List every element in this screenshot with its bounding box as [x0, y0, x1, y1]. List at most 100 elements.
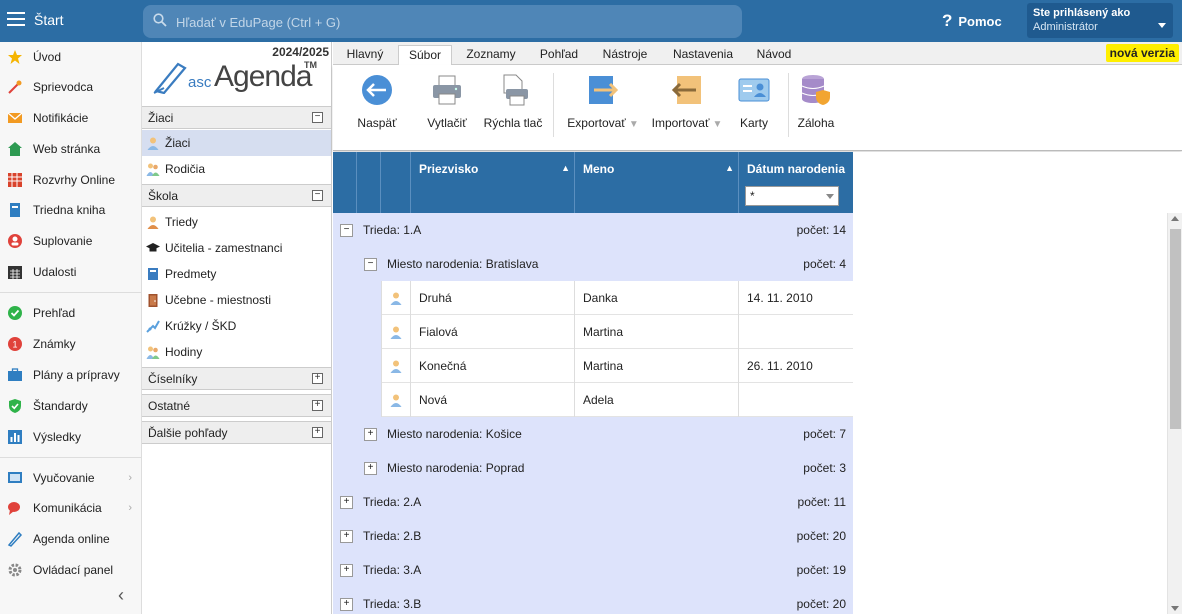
nav-item-vysledky[interactable]: Výsledky — [0, 424, 142, 450]
collapse-toggle-icon[interactable]: − — [340, 223, 353, 237]
export-button[interactable]: Exportovať ▼ — [565, 73, 641, 130]
id-card-icon — [738, 78, 770, 102]
collapse-sidebar-icon[interactable]: ‹ — [118, 585, 124, 606]
top-bar: Štart ? Pomoc Ste prihlásený ako Administ… — [0, 0, 1182, 42]
group-row[interactable]: + Trieda: 3.B počet: 20 — [333, 587, 853, 614]
tab-subor[interactable]: Súbor — [398, 45, 452, 66]
nav-item-sprievodca[interactable]: Sprievodca — [0, 74, 142, 100]
group-row[interactable]: + Miesto narodenia: Poprad počet: 3 — [333, 451, 853, 485]
expand-toggle-icon[interactable]: + — [340, 495, 353, 509]
expand-toggle-icon[interactable]: + — [340, 529, 353, 543]
user-menu[interactable]: Ste prihlásený ako Administrátor — [1027, 3, 1173, 38]
expand-toggle-icon[interactable]: + — [364, 461, 377, 475]
sidebar-item-ucitelia[interactable]: Učitelia - zamestnanci — [142, 235, 331, 261]
header-datum-narodenia[interactable]: Dátum narodenia * — [739, 152, 853, 213]
table-row[interactable]: Fialová Martina — [381, 315, 853, 349]
nav-item-standardy[interactable]: Štandardy — [0, 393, 142, 419]
section-ostatne[interactable]: Ostatné + — [142, 394, 331, 417]
tab-pohlad[interactable]: Pohľad — [531, 45, 587, 65]
nav-item-vyucovanie[interactable]: Vyučovanie › — [0, 465, 142, 491]
tab-hlavny[interactable]: Hlavný — [339, 45, 391, 65]
section-dalsie-pohlady[interactable]: Ďalšie pohľady + — [142, 421, 331, 444]
sidebar-item-predmety[interactable]: Predmety — [142, 261, 331, 287]
tab-nastavenia[interactable]: Nastavenia — [667, 45, 739, 65]
nav-item-triedna-kniha[interactable]: Triedna kniha — [0, 197, 142, 223]
nav-item-notifikacie[interactable]: Notifikácie — [0, 105, 142, 131]
group-row[interactable]: − Trieda: 1.A počet: 14 — [333, 213, 853, 247]
scroll-down-icon[interactable] — [1171, 606, 1179, 611]
nav-item-ovladaci-panel[interactable]: Ovládací panel — [0, 557, 142, 583]
cell-priezvisko: Druhá — [410, 281, 574, 315]
section-ciselniky[interactable]: Číselníky + — [142, 367, 331, 390]
user-status-label: Ste prihlásený ako — [1033, 7, 1131, 19]
nav-item-web-stranka[interactable]: Web stránka — [0, 136, 142, 162]
nav-item-udalosti[interactable]: Udalosti — [0, 259, 142, 285]
backup-button[interactable]: Záloha — [795, 73, 837, 130]
parents-icon — [146, 162, 160, 176]
back-button[interactable]: Naspäť — [355, 73, 399, 130]
header-priezvisko[interactable]: Priezvisko ▲ — [411, 152, 575, 213]
sidebar-item-hodiny[interactable]: Hodiny — [142, 339, 331, 365]
tab-nastroje[interactable]: Nástroje — [595, 45, 655, 65]
group-row[interactable]: + Trieda: 2.A počet: 11 — [333, 485, 853, 519]
search-input[interactable] — [176, 13, 716, 31]
scroll-thumb[interactable] — [1170, 229, 1181, 429]
header-meno[interactable]: Meno ▲ — [575, 152, 739, 213]
search-box[interactable] — [143, 5, 742, 38]
expand-toggle-icon[interactable]: + — [312, 373, 323, 384]
group-row[interactable]: − Miesto narodenia: Bratislava počet: 4 — [333, 247, 853, 281]
cell-priezvisko: Fialová — [410, 315, 574, 349]
birthdate-filter-dropdown[interactable]: * — [745, 186, 839, 206]
expand-toggle-icon[interactable]: + — [312, 427, 323, 438]
import-icon — [671, 76, 701, 104]
table-row[interactable]: Druhá Danka 14. 11. 2010 — [381, 281, 853, 315]
cell-meno: Danka — [574, 281, 738, 315]
collapse-toggle-icon[interactable]: − — [312, 112, 323, 123]
group-row[interactable]: + Trieda: 2.B počet: 20 — [333, 519, 853, 553]
quick-print-button[interactable]: Rýchla tlač — [481, 73, 545, 130]
tab-navod[interactable]: Návod — [749, 45, 799, 65]
scroll-up-icon[interactable] — [1171, 216, 1179, 221]
collapse-toggle-icon[interactable]: − — [312, 190, 323, 201]
table-row[interactable]: Nová Adela — [381, 383, 853, 417]
help-label: Pomoc — [958, 14, 1002, 29]
group-row[interactable]: + Miesto narodenia: Košice počet: 7 — [333, 417, 853, 451]
nav-item-plany-a-pripravy[interactable]: Plány a prípravy — [0, 362, 142, 388]
class-icon — [146, 215, 160, 229]
collapse-toggle-icon[interactable]: − — [364, 257, 377, 271]
expand-toggle-icon[interactable]: + — [340, 597, 353, 611]
vertical-scrollbar[interactable] — [1167, 213, 1182, 614]
nav-item-komunikacia[interactable]: Komunikácia › — [0, 495, 142, 521]
sort-asc-icon: ▲ — [561, 163, 570, 173]
nav-item-znamky[interactable]: 1 Známky — [0, 331, 142, 357]
import-button[interactable]: Importovať ▼ — [649, 73, 725, 130]
new-version-badge[interactable]: nová verzia — [1105, 44, 1179, 62]
nav-item-rozvrhy-online[interactable]: Rozvrhy Online — [0, 167, 142, 193]
expand-toggle-icon[interactable]: + — [364, 427, 377, 441]
nav-item-suplovanie[interactable]: Suplovanie — [0, 228, 142, 254]
nav-item-uvod[interactable]: Úvod — [0, 44, 142, 70]
section-skola[interactable]: Škola − — [142, 184, 331, 207]
nav-item-agenda-online[interactable]: Agenda online — [0, 526, 142, 552]
section-ziaci[interactable]: Žiaci − — [142, 106, 331, 129]
expand-toggle-icon[interactable]: + — [312, 400, 323, 411]
cards-button[interactable]: Karty — [733, 73, 775, 130]
user-role: Administrátor — [1033, 21, 1098, 33]
sidebar-item-kruzky[interactable]: Krúžky / ŠKD — [142, 313, 331, 339]
hamburger-menu-icon[interactable] — [7, 12, 25, 28]
sidebar-item-ziaci[interactable]: Žiaci — [142, 130, 331, 156]
nav-item-prehlad[interactable]: Prehľad — [0, 300, 142, 326]
group-row[interactable]: + Trieda: 3.A počet: 19 — [333, 553, 853, 587]
sidebar-item-triedy[interactable]: Triedy — [142, 209, 331, 235]
table-row[interactable]: Konečná Martina 26. 11. 2010 — [381, 349, 853, 383]
sidebar-item-ucebne[interactable]: Učebne - miestnosti — [142, 287, 331, 313]
agenda-icon — [7, 531, 23, 547]
print-button[interactable]: Vytlačiť — [425, 73, 469, 130]
students-grid: Priezvisko ▲ Meno ▲ Dátum narodenia * − Tri… — [333, 152, 853, 614]
sidebar-item-rodicia[interactable]: Rodičia — [142, 156, 331, 182]
expand-toggle-icon[interactable]: + — [340, 563, 353, 577]
start-link[interactable]: Štart — [34, 12, 64, 28]
student-icon — [381, 315, 410, 349]
help-button[interactable]: ? Pomoc — [942, 11, 1002, 31]
tab-zoznamy[interactable]: Zoznamy — [459, 45, 523, 65]
